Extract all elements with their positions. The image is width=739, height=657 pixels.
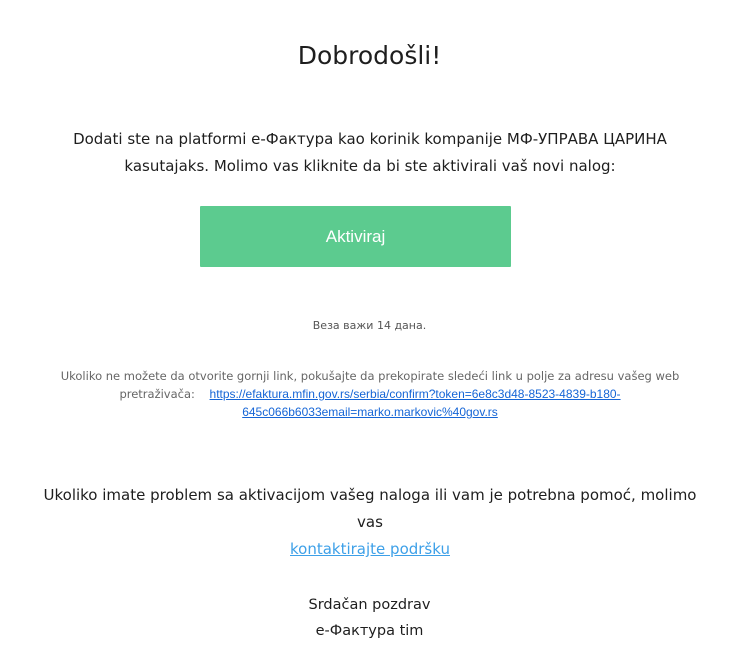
link-validity-text: Веза важи 14 дана. (312, 319, 427, 332)
contact-support-link[interactable]: kontaktirajte podršku (290, 540, 450, 558)
intro-text: Dodati ste na platformi e-Фактура kao ko… (73, 130, 667, 175)
support-paragraph: Ukoliko imate problem sa aktivacijom vaš… (40, 482, 700, 563)
activation-email: Dobrodošli! Dodati ste na platformi e-Фа… (0, 0, 739, 657)
email-title: Dobrodošli! (297, 41, 442, 70)
signoff-greeting: Srdačan pozdrav (308, 597, 431, 613)
support-text: Ukoliko imate problem sa aktivacijom vaš… (43, 486, 697, 531)
activate-button[interactable]: Aktiviraj (200, 206, 511, 267)
signoff-team: e-Фактура tim (315, 623, 424, 639)
confirm-link[interactable]: https://efaktura.mfin.gov.rs/serbia/conf… (210, 387, 621, 419)
signoff: Srdačan pozdrav e-Фактура tim (0, 592, 739, 644)
fallback-instructions: Ukoliko ne možete da otvorite gornji lin… (30, 367, 710, 421)
